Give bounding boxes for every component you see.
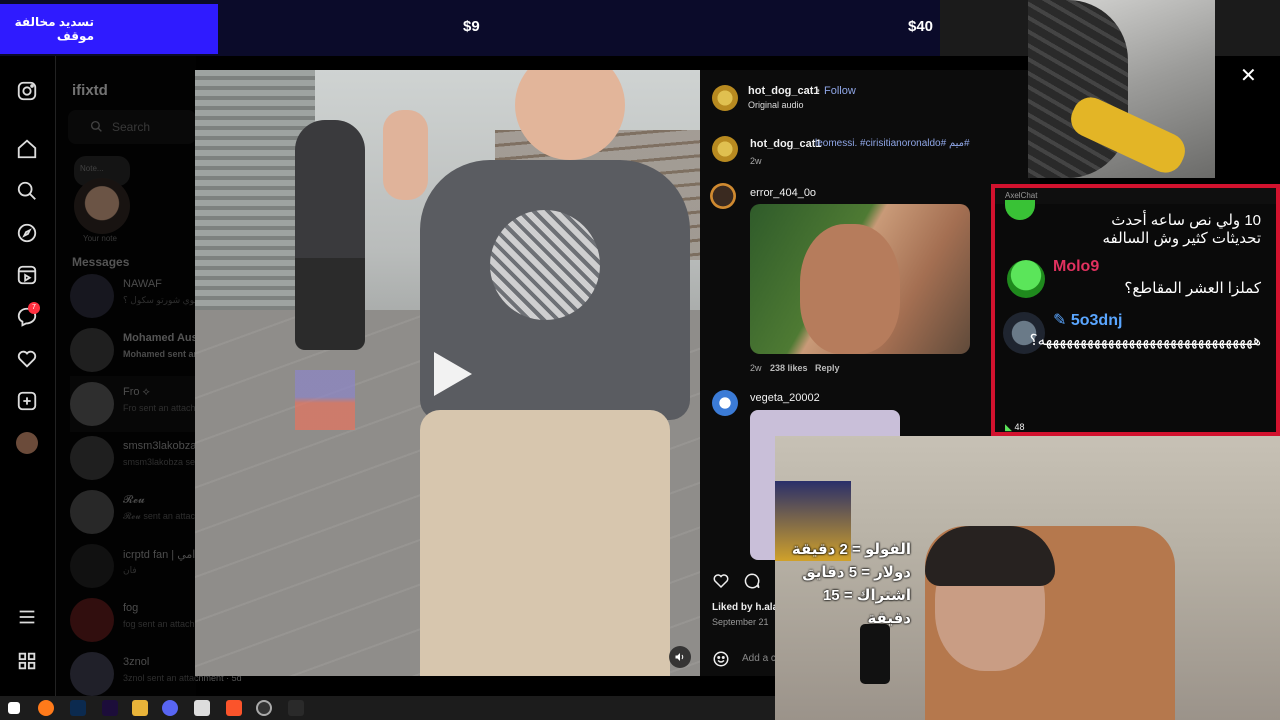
explore-icon[interactable]: [16, 222, 38, 244]
obs-icon[interactable]: [256, 700, 272, 716]
premiere-icon[interactable]: [102, 700, 118, 716]
close-icon[interactable]: ✕: [1240, 63, 1257, 88]
firefox-icon[interactable]: [38, 700, 54, 716]
more-icon[interactable]: [16, 606, 38, 628]
app-icon[interactable]: [288, 700, 304, 716]
chat-titlebar: AxelChat: [995, 188, 1276, 204]
follow-button[interactable]: Follow: [824, 85, 856, 97]
search-icon[interactable]: [16, 180, 38, 202]
comment-image[interactable]: [750, 204, 970, 354]
modal-backdrop[interactable]: [56, 56, 196, 696]
price-right: $40: [908, 18, 934, 35]
comment-user[interactable]: vegeta_20002: [750, 392, 820, 404]
caption-text: leomessi. #cirisitianoronaldo# ميم#: [815, 138, 970, 149]
instagram-icon[interactable]: [16, 80, 38, 102]
chat-widget: AxelChat 10 ولي نص ساعه أحدث تحديثات كثي…: [991, 184, 1280, 436]
rates-overlay: الفولو = 2 دقيقة دولار = 5 دقايق اشتراك …: [791, 541, 911, 627]
chat-username: ✎ 5o3dnj: [1053, 312, 1123, 329]
volume-icon[interactable]: [669, 646, 691, 668]
liked-by[interactable]: Liked by h.ala: [712, 602, 778, 613]
chat-message: 10 ولي نص ساعه أحدث تحديثات كثير وش السا…: [1102, 212, 1261, 247]
create-icon[interactable]: [16, 390, 38, 412]
donation-bar: تسديد مخالفة موقف $9 $40: [0, 0, 940, 56]
comment-likes[interactable]: 238 likes: [770, 363, 808, 373]
apps-icon[interactable]: [16, 650, 38, 672]
chat-message: كملزا العشر المقاطع؟: [1124, 280, 1261, 297]
notifications-icon[interactable]: [16, 348, 38, 370]
add-comment-input[interactable]: Add a c: [742, 653, 776, 664]
file-explorer-icon[interactable]: [132, 700, 148, 716]
price-mid: $9: [463, 18, 480, 35]
avatar: [1005, 200, 1035, 220]
messages-badge: 7: [28, 302, 40, 314]
like-icon[interactable]: [712, 572, 730, 590]
comment-avatar[interactable]: [710, 183, 736, 209]
post-date: September 21: [712, 617, 769, 627]
comment-avatar[interactable]: [712, 390, 738, 416]
home-icon[interactable]: [16, 138, 38, 160]
webcam-feed: الفولو = 2 دقيقة دولار = 5 دقايق اشتراك …: [775, 436, 1280, 720]
author-avatar[interactable]: [712, 85, 738, 111]
post-author[interactable]: hot_dog_cat1: [748, 85, 820, 97]
chat-message: هههههههههههههههههههههههههههههههه؟: [1029, 332, 1262, 349]
profile-icon[interactable]: [16, 432, 38, 454]
windows-start-icon[interactable]: [8, 702, 20, 714]
reply-button[interactable]: Reply: [815, 363, 840, 373]
avatar: [1007, 260, 1045, 298]
reels-icon[interactable]: [16, 264, 38, 286]
comment-user[interactable]: error_404_0o: [750, 187, 816, 199]
taskbar: [0, 696, 775, 720]
caption-time: 2w: [750, 156, 762, 166]
caption-avatar[interactable]: [712, 136, 738, 162]
photoshop-icon[interactable]: [70, 700, 86, 716]
overlay-image: [1028, 0, 1215, 178]
post-actions: Liked by h.ala September 21 Add a c: [700, 570, 778, 676]
chat-username: Molo9: [1053, 258, 1100, 275]
viewer-count: ◣ 48: [1005, 422, 1025, 432]
play-icon[interactable]: [428, 348, 476, 400]
instagram-sidebar: 7: [0, 56, 56, 696]
comment-time: 2w: [750, 363, 762, 373]
caption-author[interactable]: hot_dog_cat1: [750, 138, 822, 150]
emoji-icon[interactable]: [712, 650, 730, 668]
brave-icon[interactable]: [226, 700, 242, 716]
messages-icon[interactable]: 7: [16, 302, 40, 328]
comment-icon[interactable]: [743, 572, 761, 590]
donation-label: تسديد مخالفة موقف: [0, 4, 218, 54]
app-icon[interactable]: [194, 700, 210, 716]
discord-icon[interactable]: [162, 700, 178, 716]
audio-label[interactable]: Original audio: [748, 100, 804, 110]
